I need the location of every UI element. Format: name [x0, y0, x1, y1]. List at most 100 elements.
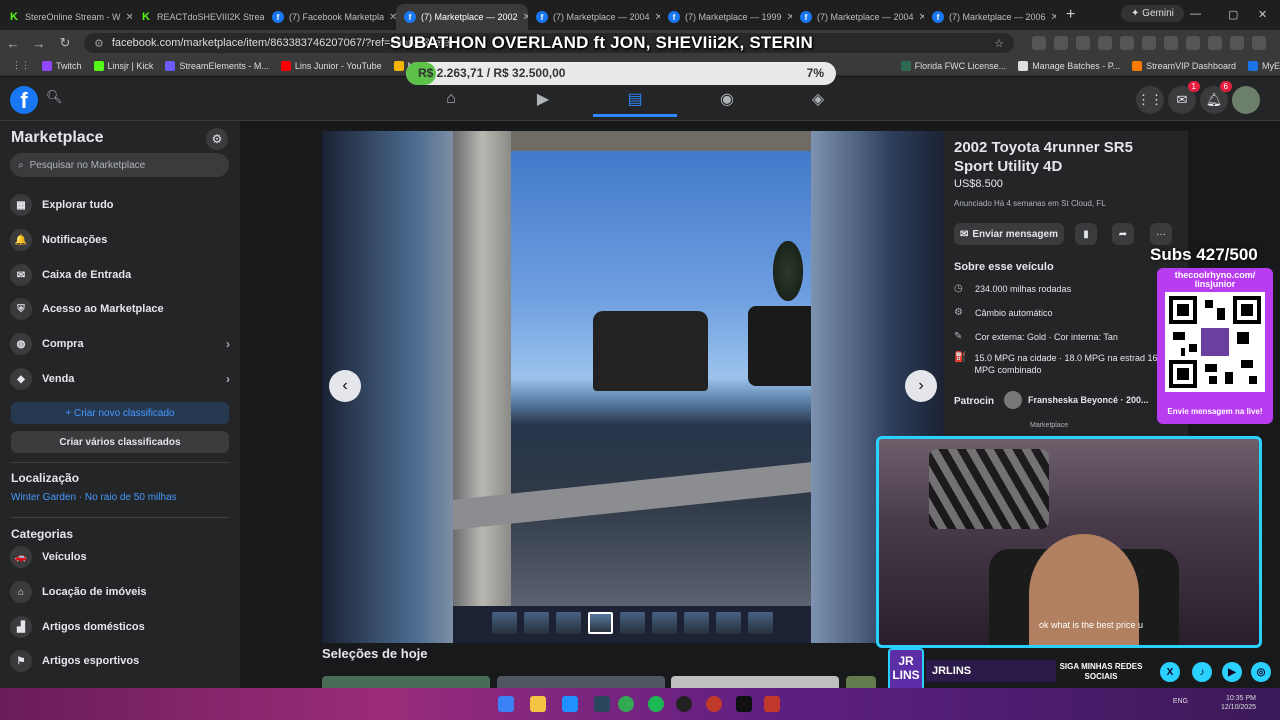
menu-grid-icon[interactable]: ⋮⋮	[1136, 86, 1164, 114]
start-icon[interactable]	[498, 696, 514, 712]
pick-card[interactable]	[497, 676, 665, 688]
edge-icon[interactable]	[562, 696, 578, 712]
browser-tab[interactable]: f (7) Marketplace — 2006 ✕	[924, 4, 1056, 30]
search-icon[interactable]: 🔍︎	[46, 89, 63, 105]
maximize-icon[interactable]: ▢	[1228, 8, 1238, 21]
sponsored-item[interactable]: Fransheska Beyoncé · 200...	[1004, 391, 1149, 409]
sidebar-item[interactable]: ◍ Compra ›	[10, 330, 230, 358]
extension-icon[interactable]	[1076, 36, 1090, 50]
site-info-icon[interactable]: ⚙	[94, 37, 104, 50]
system-clock[interactable]: 10:35 PM 12/10/2025	[1221, 694, 1256, 712]
extension-icon[interactable]	[1142, 36, 1156, 50]
video-icon[interactable]: ▶	[523, 85, 563, 113]
close-tab-icon[interactable]: ✕	[1051, 12, 1056, 23]
location-link[interactable]: Winter Garden · No raio de 50 milhas	[11, 492, 177, 503]
minimize-icon[interactable]: —	[1190, 8, 1201, 20]
sidebar-item[interactable]: ◆ Venda ›	[10, 365, 230, 393]
new-tab-button[interactable]: +	[1056, 6, 1085, 24]
gaming-icon[interactable]: ◈	[798, 85, 838, 113]
photo-thumbnail[interactable]	[620, 612, 645, 634]
reload-icon[interactable]: ↻	[52, 35, 78, 51]
pick-card[interactable]	[322, 676, 490, 688]
extension-icon[interactable]	[1032, 36, 1046, 50]
sidebar-item[interactable]: ✉ Caixa de Entrada	[10, 261, 230, 289]
pick-card[interactable]	[846, 676, 876, 688]
extension-icon[interactable]	[1230, 36, 1244, 50]
back-icon[interactable]: ←	[0, 36, 26, 51]
sidebar-item[interactable]: ⛨ Acesso ao Marketplace	[10, 295, 230, 323]
terminal-icon[interactable]	[736, 696, 752, 712]
steam-icon[interactable]	[594, 696, 610, 712]
sponsored-heading: Patrocin	[954, 396, 995, 407]
browser-tab[interactable]: f (7) Marketplace — 2002 ✕	[396, 4, 528, 30]
bookmark-item[interactable]: StreamVIP Dashboard	[1132, 60, 1236, 71]
browser-tab[interactable]: f (7) Marketplace — 2004 ✕	[792, 4, 924, 30]
facebook-logo-icon[interactable]: f	[10, 86, 38, 114]
extension-icon[interactable]	[1186, 36, 1200, 50]
file-explorer-icon[interactable]	[530, 696, 546, 712]
browser-tab[interactable]: KREACTdoSHEVIII2K Strea✕	[132, 4, 264, 30]
home-icon[interactable]: ⌂	[431, 85, 471, 113]
bookmark-item[interactable]: Lins Junior - YouTube	[280, 60, 382, 71]
bookmark-item[interactable]: MyEasyGov	[1247, 60, 1280, 71]
forward-icon[interactable]: →	[26, 36, 52, 51]
photo-thumbnail[interactable]	[716, 612, 741, 634]
extension-icon[interactable]	[1120, 36, 1134, 50]
sidebar-item[interactable]: ▦ Explorar tudo	[10, 191, 230, 219]
spotify-icon[interactable]	[648, 696, 664, 712]
close-window-icon[interactable]: ✕	[1258, 8, 1267, 21]
language-indicator[interactable]: ENG	[1173, 698, 1188, 705]
apps-icon[interactable]: ⋮⋮	[12, 60, 30, 71]
extension-icon[interactable]	[1054, 36, 1068, 50]
settings-gear-icon[interactable]: ⚙	[206, 128, 228, 150]
browser-tab[interactable]: K StereOnline Stream - W ✕	[0, 4, 132, 30]
app-icon[interactable]	[764, 696, 780, 712]
photo-thumbnail[interactable]	[588, 612, 613, 634]
photo-thumbnail[interactable]	[684, 612, 709, 634]
extension-icon[interactable]	[1098, 36, 1112, 50]
next-photo-button[interactable]: ›	[905, 370, 937, 402]
browser-tab[interactable]: f (7) Marketplace — 1999 ✕	[660, 4, 792, 30]
category-item[interactable]: ⌂ Locação de imóveis	[10, 578, 230, 606]
chrome-icon[interactable]	[618, 696, 634, 712]
photo-thumbnail[interactable]	[652, 612, 677, 634]
gemini-button[interactable]: ✦ Gemini	[1121, 5, 1184, 22]
bookmark-item[interactable]: StreamElements - M...	[165, 60, 269, 71]
x-twitter-icon: X	[1160, 662, 1180, 682]
category-item[interactable]: ▟ Artigos domésticos	[10, 613, 230, 641]
bookmark-item[interactable]: Twitch	[42, 60, 82, 71]
create-multiple-listings-button[interactable]: Criar vários classificados	[11, 431, 229, 453]
app-icon[interactable]	[706, 696, 722, 712]
bookmark-star-icon[interactable]: ☆	[994, 37, 1004, 50]
notifications-icon[interactable]: 🔔︎ 6	[1200, 81, 1232, 114]
sidebar-item[interactable]: 🔔 Notificações	[10, 226, 230, 254]
more-options-icon[interactable]: ···	[1150, 223, 1172, 245]
previous-photo-button[interactable]: ‹	[329, 370, 361, 402]
category-item[interactable]: ⚑ Artigos esportivos	[10, 647, 230, 675]
browser-tab[interactable]: f (7) Marketplace — 2004 ✕	[528, 4, 660, 30]
avatar[interactable]	[1232, 86, 1260, 114]
extension-icon[interactable]	[1164, 36, 1178, 50]
photo-thumbnail[interactable]	[524, 612, 549, 634]
pick-card[interactable]	[671, 676, 839, 688]
marketplace-icon[interactable]: ▤	[615, 85, 655, 113]
bookmark-item[interactable]: Florida FWC License...	[900, 60, 1006, 71]
send-message-button[interactable]: ✉ Enviar mensagem	[954, 223, 1064, 245]
save-bookmark-icon[interactable]: ▮	[1075, 223, 1097, 245]
extension-icon[interactable]	[1252, 36, 1266, 50]
photo-thumbnail[interactable]	[492, 612, 517, 634]
category-item[interactable]: 🚗 Veículos	[10, 543, 230, 571]
bookmark-item[interactable]: Linsjr | Kick	[93, 60, 153, 71]
create-listing-button[interactable]: + Criar novo classificado	[11, 402, 229, 424]
browser-tab[interactable]: f (7) Facebook Marketpla ✕	[264, 4, 396, 30]
messenger-icon[interactable]: ✉ 1	[1168, 81, 1200, 114]
obs-icon[interactable]	[676, 696, 692, 712]
bookmark-item[interactable]: Manage Batches - P...	[1018, 60, 1120, 71]
close-tab-icon[interactable]: ✕	[389, 12, 396, 23]
extension-icon[interactable]	[1208, 36, 1222, 50]
photo-thumbnail[interactable]	[556, 612, 581, 634]
marketplace-search-input[interactable]: ⌕ Pesquisar no Marketplace	[10, 153, 229, 177]
groups-icon[interactable]: ◉	[707, 85, 747, 113]
photo-thumbnail[interactable]	[748, 612, 773, 634]
share-icon[interactable]: ➦	[1112, 223, 1134, 245]
